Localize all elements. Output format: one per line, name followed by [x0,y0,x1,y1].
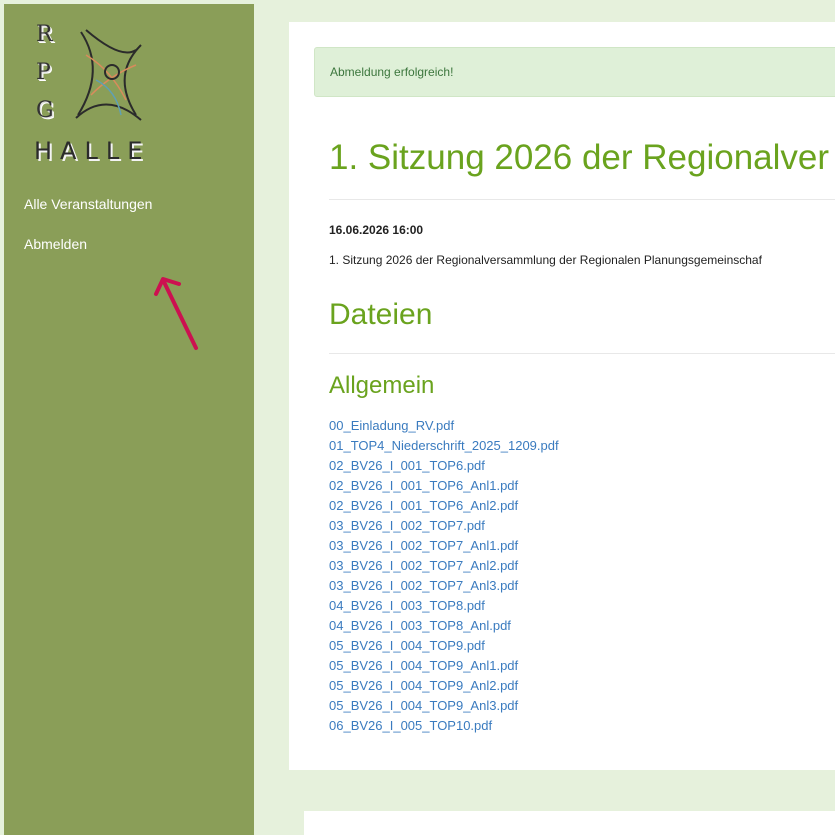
logo-city-name: HALLE [34,137,151,165]
nav-link-abmelden[interactable]: Abmelden [24,236,87,252]
file-link[interactable]: 05_BV26_I_004_TOP9.pdf [329,638,485,653]
logo-letter-p: P [36,60,51,85]
file-link[interactable]: 04_BV26_I_003_TOP8.pdf [329,598,485,613]
list-item: 02_BV26_I_001_TOP6_Anl1.pdf [329,476,559,496]
file-link[interactable]: 05_BV26_I_004_TOP9_Anl3.pdf [329,698,518,713]
list-item: 04_BV26_I_003_TOP8.pdf [329,596,559,616]
file-link[interactable]: 03_BV26_I_002_TOP7.pdf [329,518,485,533]
event-content-panel: Abmeldung erfolgreich! 1. Sitzung 2026 d… [289,22,835,770]
list-item: 04_BV26_I_003_TOP8_Anl.pdf [329,616,559,636]
files-group-heading: Allgemein [329,372,435,399]
logo-letter-r: R [36,22,53,47]
file-link[interactable]: 03_BV26_I_002_TOP7_Anl3.pdf [329,578,518,593]
event-description: 1. Sitzung 2026 der Regionalversammlung … [329,253,762,267]
logo-letter-g: G [36,98,54,123]
list-item: 05_BV26_I_004_TOP9_Anl3.pdf [329,696,559,716]
list-item: 03_BV26_I_002_TOP7.pdf [329,516,559,536]
list-item: 03_BV26_I_002_TOP7_Anl3.pdf [329,576,559,596]
file-link[interactable]: 01_TOP4_Niederschrift_2025_1209.pdf [329,438,559,453]
list-item: 05_BV26_I_004_TOP9_Anl2.pdf [329,676,559,696]
sidebar: R P G HALLE Alle Veranstaltungen Abmelde… [4,4,254,835]
next-section-panel [304,811,835,835]
list-item: 06_BV26_I_005_TOP10.pdf [329,716,559,736]
event-datetime: 16.06.2026 16:00 [329,223,424,237]
file-link[interactable]: 03_BV26_I_002_TOP7_Anl2.pdf [329,558,518,573]
file-link[interactable]: 00_Einladung_RV.pdf [329,418,454,433]
file-link[interactable]: 02_BV26_I_001_TOP6_Anl1.pdf [329,478,518,493]
divider [329,353,835,354]
files-heading: Dateien [329,298,433,331]
file-link[interactable]: 05_BV26_I_004_TOP9_Anl2.pdf [329,678,518,693]
file-link[interactable]: 03_BV26_I_002_TOP7_Anl1.pdf [329,538,518,553]
annotation-arrow-icon [154,277,198,350]
event-title: 1. Sitzung 2026 der Regionalver [329,138,830,177]
divider [329,199,835,200]
file-link[interactable]: 02_BV26_I_001_TOP6_Anl2.pdf [329,498,518,513]
list-item: 05_BV26_I_004_TOP9.pdf [329,636,559,656]
list-item: 02_BV26_I_001_TOP6.pdf [329,456,559,476]
list-item: 05_BV26_I_004_TOP9_Anl1.pdf [329,656,559,676]
file-link[interactable]: 02_BV26_I_001_TOP6.pdf [329,458,485,473]
logout-success-alert: Abmeldung erfolgreich! [314,47,835,97]
file-list: 00_Einladung_RV.pdf 01_TOP4_Niederschrif… [329,416,559,736]
nav-link-alle-veranstaltungen[interactable]: Alle Veranstaltungen [24,196,152,212]
list-item: 03_BV26_I_002_TOP7_Anl1.pdf [329,536,559,556]
rpg-halle-logo[interactable]: R P G HALLE [26,20,186,170]
list-item: 00_Einladung_RV.pdf [329,416,559,436]
list-item: 02_BV26_I_001_TOP6_Anl2.pdf [329,496,559,516]
file-link[interactable]: 04_BV26_I_003_TOP8_Anl.pdf [329,618,511,633]
alert-text: Abmeldung erfolgreich! [330,65,454,79]
file-link[interactable]: 05_BV26_I_004_TOP9_Anl1.pdf [329,658,518,673]
file-link[interactable]: 06_BV26_I_005_TOP10.pdf [329,718,492,733]
list-item: 03_BV26_I_002_TOP7_Anl2.pdf [329,556,559,576]
list-item: 01_TOP4_Niederschrift_2025_1209.pdf [329,436,559,456]
